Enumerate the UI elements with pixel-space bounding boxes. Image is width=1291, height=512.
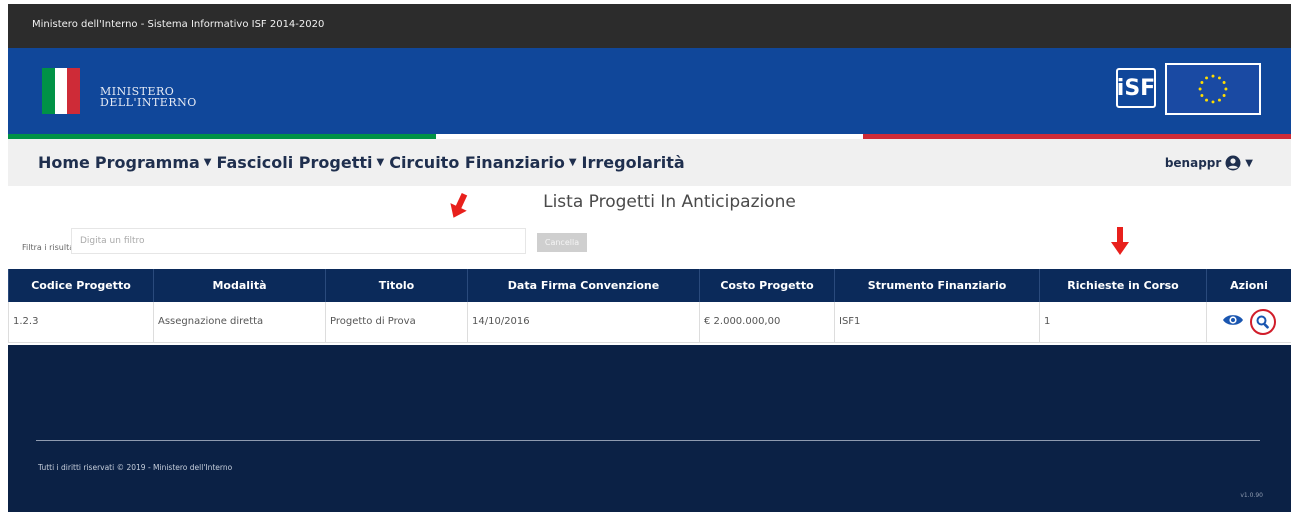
caret-down-icon: ▼ [568,157,577,168]
cell-richieste: 1 [1039,302,1207,343]
caret-down-icon: ▼ [203,157,212,168]
cell-codice: 1.2.3 [8,302,154,343]
username: benappr [1164,156,1222,170]
column-header[interactable]: Data Firma Convenzione [467,269,700,302]
cell-titolo: Progetto di Prova [325,302,468,343]
eye-icon[interactable] [1222,313,1244,330]
user-circle-icon [1225,155,1241,171]
caret-down-icon: ▼ [376,157,385,168]
cell-data-firma: 14/10/2016 [467,302,700,343]
nav-irregolarita[interactable]: Irregolarità [582,153,685,172]
footer-divider [36,440,1260,441]
column-header[interactable]: Costo Progetto [699,269,835,302]
nav-circuito-label: Circuito Finanziario [389,153,565,172]
filter-input[interactable] [71,228,526,254]
main-navbar: Home Programma ▼ Fascicoli Progetti ▼ Circ… [8,139,1291,186]
column-header[interactable]: Strumento Finanziario [834,269,1040,302]
caret-down-icon: ▼ [1245,157,1253,169]
header: MINISTERO DELL'INTERNO iSF [8,48,1291,139]
footer-copyright: Tutti i diritti riservati © 2019 - Minis… [38,463,233,472]
footer: Tutti i diritti riservati © 2019 - Minis… [8,345,1291,512]
column-header[interactable]: Modalità [153,269,326,302]
red-arrow-icon [1110,227,1130,257]
column-header[interactable]: Richieste in Corso [1039,269,1207,302]
ministry-logo-text[interactable]: MINISTERO DELL'INTERNO [100,86,197,108]
red-arrow-icon [446,191,472,221]
italian-flag-logo[interactable] [42,68,81,114]
column-header[interactable]: Titolo [325,269,468,302]
cell-modalita: Assegnazione diretta [153,302,326,343]
cell-strumento: ISF1 [834,302,1040,343]
eu-flag-icon [1165,63,1261,115]
logo-line-2: DELL'INTERNO [100,96,197,109]
nav-fascicoli-label: Fascicoli Progetti [216,153,373,172]
nav-circuito-finanziario[interactable]: Circuito Finanziario ▼ [389,153,576,172]
isf-logo: iSF [1116,68,1156,108]
nav-fascicoli-progetti[interactable]: Fascicoli Progetti ▼ [217,153,385,172]
nav-irregolarita-label: Irregolarità [581,153,685,172]
projects-table: Codice Progetto Modalità Titolo Data Fir… [8,269,1291,343]
app-frame: Ministero dell'Interno - Sistema Informa… [8,4,1291,512]
cell-costo: € 2.000.000,00 [699,302,835,343]
column-header[interactable]: Codice Progetto [8,269,154,302]
nav-home[interactable]: Home [38,153,90,172]
table-row: 1.2.3 Assegnazione diretta Progetto di P… [8,302,1291,343]
user-menu[interactable]: benappr ▼ [1165,155,1253,171]
footer-version: v1.0.90 [1240,492,1263,499]
cell-azioni [1206,302,1291,343]
page-title: Lista Progetti In Anticipazione [543,192,796,212]
table-header-row: Codice Progetto Modalità Titolo Data Fir… [8,269,1291,302]
nav-programma[interactable]: Programma ▼ [95,153,212,172]
system-title: Ministero dell'Interno - Sistema Informa… [32,19,325,30]
nav-programma-label: Programma [94,153,200,172]
column-header: Azioni [1206,269,1291,302]
search-icon[interactable] [1249,308,1276,335]
top-bar: Ministero dell'Interno - Sistema Informa… [8,4,1291,48]
clear-filter-button[interactable]: Cancella [537,233,587,252]
nav-home-label: Home [38,153,90,172]
